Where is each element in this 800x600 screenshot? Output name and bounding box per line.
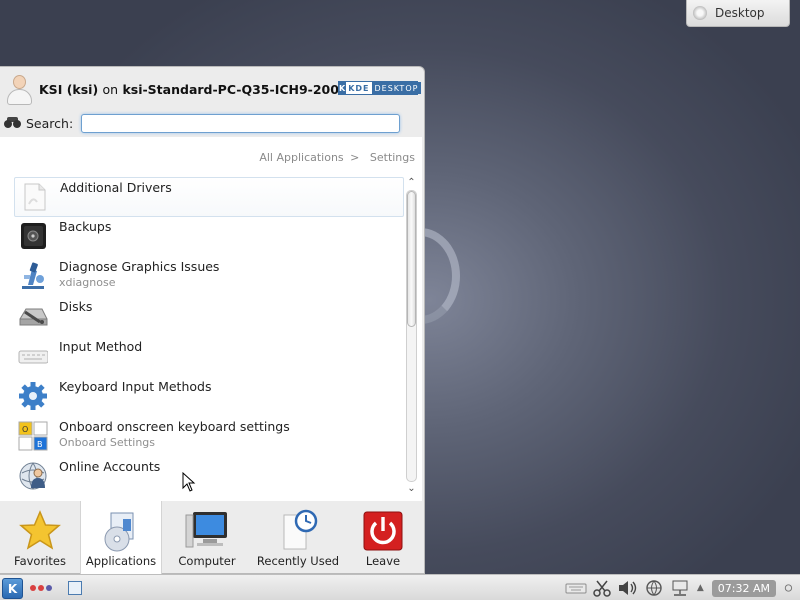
kde-desktop-badge: K KDE DESKTOP	[338, 81, 422, 95]
app-subtitle: xdiagnose	[59, 276, 116, 289]
list-scrollbar[interactable]: ⌃ ⌄	[405, 177, 418, 495]
user-name: KSI (ksi)	[39, 81, 99, 97]
breadcrumb-settings[interactable]: Settings	[370, 151, 415, 164]
network-globe-icon[interactable]	[643, 579, 665, 597]
toolbox-icon	[693, 6, 707, 20]
star-icon	[19, 510, 61, 550]
taskbar-window-icon[interactable]	[68, 581, 82, 595]
clock-document-icon	[283, 509, 318, 550]
power-icon	[363, 511, 403, 551]
search-label: Search:	[26, 115, 74, 131]
monitor-icon	[185, 512, 227, 548]
tab-leave[interactable]: Leave	[344, 501, 422, 575]
online-accounts-icon	[19, 462, 47, 490]
clock[interactable]: 07:32 AM	[711, 579, 776, 597]
svg-text:O: O	[22, 425, 28, 434]
badge-kde-text: KDE	[348, 83, 370, 93]
tab-favorites[interactable]: Favorites	[0, 501, 80, 575]
on-word: on	[102, 81, 119, 97]
kde-launcher-button[interactable]: K	[2, 578, 23, 599]
desktop-toolbox[interactable]: Desktop	[686, 0, 790, 27]
scroll-thumb[interactable]	[407, 191, 416, 327]
tab-recently-used[interactable]: Recently Used	[252, 501, 344, 575]
tray-expand-arrow-icon[interactable]: ▲	[697, 583, 704, 593]
app-subtitle: Onboard Settings	[59, 436, 156, 449]
search-row: Search:	[4, 113, 401, 133]
launcher-tabs: Favorites Applications Computer Recently…	[0, 501, 422, 575]
keyboard-tray-icon[interactable]	[565, 579, 587, 597]
app-name: Onboard onscreen keyboard settings	[59, 419, 290, 434]
scissors-icon[interactable]	[591, 579, 613, 597]
scroll-up-arrow-icon[interactable]: ⌃	[405, 177, 418, 189]
tab-label: Favorites	[14, 554, 66, 568]
app-name: Input Method	[59, 339, 143, 354]
activity-dot-icon	[30, 585, 36, 591]
list-item[interactable]: Keyboard Input Methods	[14, 377, 404, 417]
gear-icon	[19, 382, 47, 410]
tab-label: Computer	[178, 554, 236, 568]
microscope-icon	[22, 262, 44, 289]
binoculars-icon	[4, 117, 22, 129]
app-name: Disks	[59, 299, 93, 314]
activity-dot-icon	[38, 585, 44, 591]
list-item[interactable]: Additional Drivers	[14, 177, 404, 217]
document-icon	[24, 183, 46, 211]
list-item[interactable]: Diagnose Graphics Issues xdiagnose	[14, 257, 404, 297]
network-computer-icon[interactable]	[669, 579, 691, 597]
volume-icon[interactable]	[617, 579, 639, 597]
list-item[interactable]: Disks	[14, 297, 404, 337]
app-name: Backups	[59, 219, 112, 234]
breadcrumb: All Applications > Settings	[259, 151, 415, 164]
launcher-content: All Applications > Settings Additional D…	[0, 137, 422, 501]
safe-icon	[21, 223, 46, 249]
list-item[interactable]: O B Onboard onscreen keyboard settings O…	[14, 417, 404, 457]
scroll-track[interactable]	[406, 190, 417, 482]
activity-switcher[interactable]	[30, 585, 52, 591]
disk-utility-icon	[19, 308, 48, 326]
app-name: Online Accounts	[59, 459, 161, 474]
host-name: ksi-Standard-PC-Q35-ICH9-2009	[122, 81, 348, 97]
list-item[interactable]: Input Method	[14, 337, 404, 377]
search-input[interactable]	[81, 113, 401, 133]
kde-logo-icon: K	[339, 82, 347, 94]
tab-label: Applications	[85, 554, 157, 568]
breadcrumb-separator: >	[350, 151, 360, 164]
mouse-cursor-icon	[182, 472, 196, 492]
keyboard-icon	[18, 350, 48, 364]
system-tray: ▲ 07:32 AM	[563, 575, 800, 600]
tab-applications[interactable]: Applications	[80, 501, 162, 575]
user-host-line: KSI (ksi) on ksi-Standard-PC-Q35-ICH9-20…	[39, 82, 348, 97]
breadcrumb-all-applications[interactable]: All Applications	[259, 151, 343, 164]
onboard-icon: O B	[18, 421, 48, 451]
badge-desktop-text: DESKTOP	[371, 82, 422, 94]
launcher-header: KSI (ksi) on ksi-Standard-PC-Q35-ICH9-20…	[0, 67, 424, 111]
app-name: Additional Drivers	[60, 180, 172, 195]
app-name: Keyboard Input Methods	[59, 379, 212, 394]
app-name: Diagnose Graphics Issues	[59, 259, 220, 274]
applications-icon	[104, 512, 134, 552]
desktop-cashew-icon[interactable]	[784, 579, 798, 597]
scroll-down-arrow-icon[interactable]: ⌄	[405, 483, 418, 495]
list-item[interactable]: Backups	[14, 217, 404, 257]
list-item[interactable]: Online Accounts	[14, 457, 404, 497]
application-list: Additional Drivers Backups Diagnose Grap…	[14, 177, 404, 497]
tab-label: Leave	[365, 554, 401, 568]
desktop-toolbox-label: Desktop	[715, 6, 765, 20]
user-avatar-icon	[6, 73, 32, 105]
application-launcher: KSI (ksi) on ksi-Standard-PC-Q35-ICH9-20…	[0, 66, 425, 575]
activity-dot-icon	[46, 585, 52, 591]
taskbar: K ▲ 07:32 AM	[0, 574, 800, 600]
svg-text:B: B	[37, 440, 43, 449]
tab-label: Recently Used	[256, 554, 340, 568]
tab-computer[interactable]: Computer	[162, 501, 252, 575]
